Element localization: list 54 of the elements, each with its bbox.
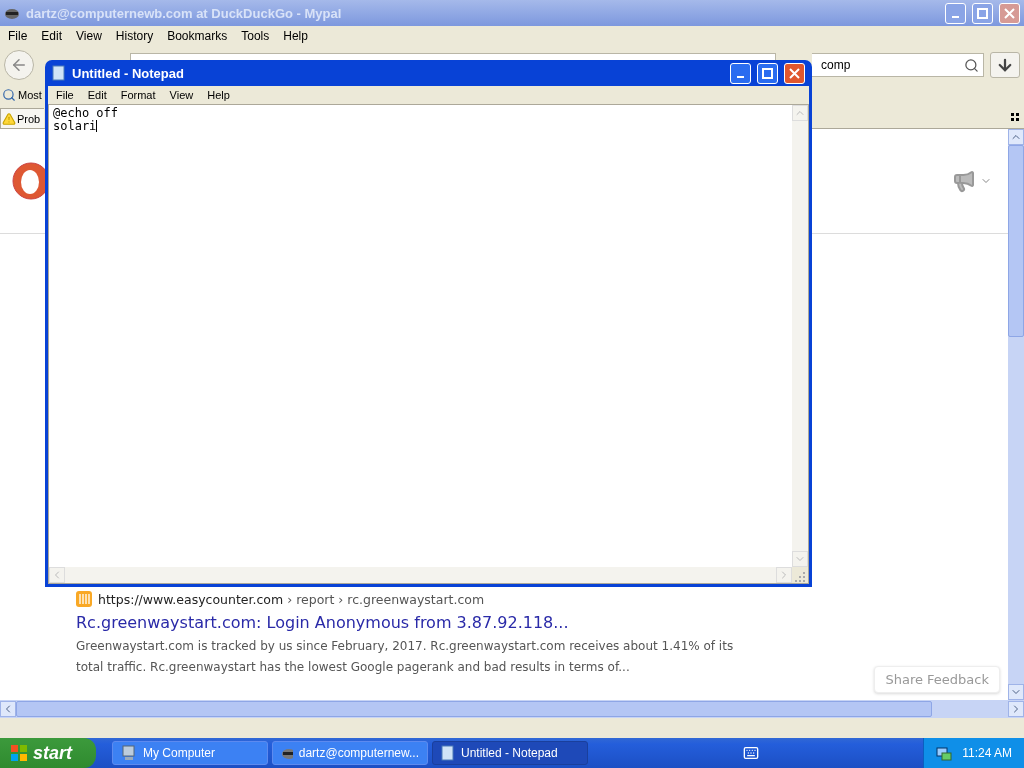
grid-icon[interactable] [1011,113,1020,122]
menu-item[interactable]: Edit [35,29,69,43]
clock: 11:24 AM [962,746,1012,760]
taskbar-button[interactable]: My Computer [112,741,268,765]
search-icon [2,88,16,102]
menu-item[interactable]: File [50,89,80,101]
site-icon [76,591,92,607]
window-title: dartz@computernewb.com at DuckDuckGo - Mypal [26,5,343,21]
close-icon [789,67,800,79]
network-icon[interactable] [936,745,953,761]
menu-item[interactable]: File [2,29,34,43]
menu-item[interactable]: Help [201,89,236,101]
close-button[interactable] [784,62,805,84]
menu-item[interactable]: Tools [235,29,276,43]
browser-tab[interactable]: Prob [0,108,44,128]
menu-item[interactable]: History [109,29,160,43]
menu-item[interactable]: Help [277,29,314,43]
maximize-button[interactable] [757,62,778,84]
down-arrow-icon [996,56,1014,74]
keyboard-icon[interactable] [742,745,759,761]
menu-item[interactable]: Edit [81,89,113,101]
minimize-icon [737,76,744,78]
back-button[interactable] [4,50,34,80]
download-button[interactable] [990,52,1020,78]
minimize-button[interactable] [730,62,751,84]
menu-item[interactable]: Format [114,89,162,101]
horizontal-scrollbar[interactable] [49,567,792,583]
warning-icon [2,111,16,126]
computer-icon [121,745,137,761]
horizontal-scrollbar[interactable] [0,700,1024,718]
bookmark-link[interactable]: Most [2,88,42,102]
maximize-icon [762,67,773,79]
result-title-link[interactable]: Rc.greenwaystart.com: Login Anonymous from 3.87.92.118... [76,613,736,632]
menu-item[interactable]: View [163,89,200,101]
result-snippet: Greenwaystart.com is tracked by us since February, 2017. Rc.greenwaystart.com receives about 1.41% of its total traffic. Rc.greenwaystart has the lowest Google pagerank and bad results in terms of... [76,638,735,676]
notepad-icon [52,65,66,81]
minimize-icon [952,16,959,18]
result-url: https://www.easycounter.com › report › rc.greenwaystart.com [98,591,485,607]
menu-item[interactable]: View [70,29,108,43]
start-button[interactable]: start [0,738,96,768]
taskbar-button[interactable]: Untitled - Notepad [432,741,588,765]
resize-grip[interactable] [792,567,808,583]
close-icon [1004,7,1015,19]
megaphone-icon[interactable] [952,169,976,193]
search-icon[interactable] [964,57,979,73]
search-field[interactable]: comp [812,53,984,77]
windows-logo [10,744,28,762]
menu-item[interactable]: Bookmarks [161,29,234,43]
notepad-icon [441,745,455,761]
maximize-icon [977,7,988,19]
vertical-scrollbar[interactable] [792,105,808,567]
taskbar-button[interactable]: dartz@computernew... [272,741,428,765]
window-title: Untitled - Notepad [72,65,185,81]
vertical-scrollbar[interactable] [1008,129,1024,700]
